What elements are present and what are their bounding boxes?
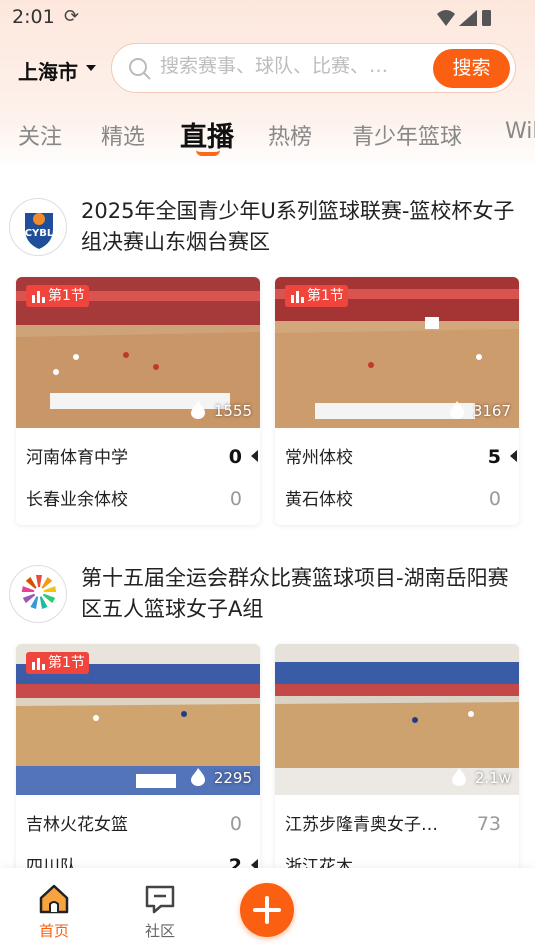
sync-icon: ⟳ bbox=[64, 6, 80, 27]
score-away: 0 bbox=[229, 488, 242, 510]
add-button[interactable] bbox=[240, 883, 294, 937]
city-selector[interactable]: 上海市 bbox=[18, 56, 78, 85]
status-time: 2:01 bbox=[12, 6, 55, 28]
match-card[interactable]: 第1节 2295 吉林火花女篮 0 四川队 2 bbox=[16, 644, 260, 892]
period-label: 第1节 bbox=[307, 288, 344, 304]
match-card[interactable]: 第1节 1555 河南体育中学 0 长春业余体校 0 bbox=[16, 277, 260, 525]
nav-home[interactable] bbox=[24, 882, 84, 920]
score-home: 73 bbox=[476, 813, 501, 835]
flame-icon bbox=[191, 401, 205, 419]
nav-community-label[interactable]: 社区 bbox=[130, 920, 190, 941]
signal-icon bbox=[459, 10, 477, 26]
team-home: 河南体育中学 bbox=[26, 448, 128, 468]
search-button[interactable]: 搜索 bbox=[433, 49, 510, 88]
score-home: 0 bbox=[228, 446, 242, 468]
nav-home-label[interactable]: 首页 bbox=[24, 920, 84, 941]
team-home: 江苏步隆青奥女子… bbox=[285, 815, 438, 835]
flame-icon bbox=[452, 768, 466, 786]
flame-icon bbox=[191, 768, 205, 786]
category-tabs: 关注 精选 直播 热榜 青少年篮球 Wil bbox=[0, 113, 535, 157]
team-home: 吉林火花女篮 bbox=[26, 815, 128, 835]
flame-icon bbox=[450, 401, 464, 419]
heat-count: 2.1w bbox=[474, 769, 511, 787]
cybl-logo[interactable]: CYBL bbox=[9, 198, 67, 256]
score-home: 0 bbox=[229, 813, 242, 835]
caret-down-icon[interactable] bbox=[86, 65, 96, 71]
team-home: 常州体校 bbox=[285, 448, 353, 468]
score-home: 5 bbox=[487, 446, 501, 468]
heat-count: 2295 bbox=[213, 769, 252, 787]
heat-count: 1555 bbox=[213, 402, 252, 420]
bars-icon bbox=[291, 291, 304, 303]
active-tab-indicator bbox=[196, 150, 220, 156]
logo-text: CYBL bbox=[25, 228, 54, 239]
tab-wil[interactable]: Wil bbox=[505, 119, 535, 144]
tab-follow[interactable]: 关注 bbox=[18, 119, 62, 151]
possession-icon bbox=[251, 450, 258, 462]
heat-count: 3167 bbox=[472, 402, 511, 420]
home-icon bbox=[39, 884, 69, 914]
bars-icon bbox=[32, 658, 45, 670]
event-title[interactable]: 第十五届全运会群众比赛篮球项目-湖南岳阳赛区五人篮球女子A组 bbox=[81, 563, 521, 625]
score-away: 0 bbox=[488, 488, 501, 510]
period-badge: 第1节 bbox=[26, 285, 89, 307]
plus-icon bbox=[253, 896, 281, 924]
search-bar[interactable]: 搜索 bbox=[111, 43, 516, 93]
bars-icon bbox=[32, 291, 45, 303]
system-status-icons bbox=[437, 10, 491, 26]
rainbow-logo-icon bbox=[21, 575, 57, 610]
event-title[interactable]: 2025年全国青少年U系列篮球联赛-篮校杯女子组决赛山东烟台赛区 bbox=[81, 196, 521, 258]
period-label: 第1节 bbox=[48, 655, 85, 671]
team-away: 长春业余体校 bbox=[26, 490, 128, 510]
status-bar: 2:01 ⟳ bbox=[0, 0, 535, 36]
match-card[interactable]: 第1节 3167 常州体校 5 黄石体校 0 bbox=[275, 277, 519, 525]
team-away: 黄石体校 bbox=[285, 490, 353, 510]
national-games-logo[interactable] bbox=[9, 565, 67, 623]
basketball-logo-icon: CYBL bbox=[25, 213, 54, 249]
battery-icon bbox=[482, 10, 491, 26]
bottom-nav: 首页 社区 bbox=[0, 868, 535, 951]
chat-icon bbox=[145, 885, 175, 914]
search-icon bbox=[129, 58, 151, 80]
tab-youth-basketball[interactable]: 青少年篮球 bbox=[352, 119, 462, 151]
nav-community[interactable] bbox=[130, 882, 190, 920]
period-badge: 第1节 bbox=[285, 285, 348, 307]
tab-featured[interactable]: 精选 bbox=[101, 119, 145, 151]
possession-icon bbox=[510, 450, 517, 462]
wifi-icon bbox=[437, 10, 455, 26]
period-badge: 第1节 bbox=[26, 652, 89, 674]
tab-live[interactable]: 直播 bbox=[180, 115, 234, 154]
match-card[interactable]: 2.1w 江苏步隆青奥女子… 73 浙江花木 bbox=[275, 644, 519, 892]
tab-hot[interactable]: 热榜 bbox=[268, 119, 312, 151]
period-label: 第1节 bbox=[48, 288, 85, 304]
search-input[interactable] bbox=[160, 55, 388, 77]
